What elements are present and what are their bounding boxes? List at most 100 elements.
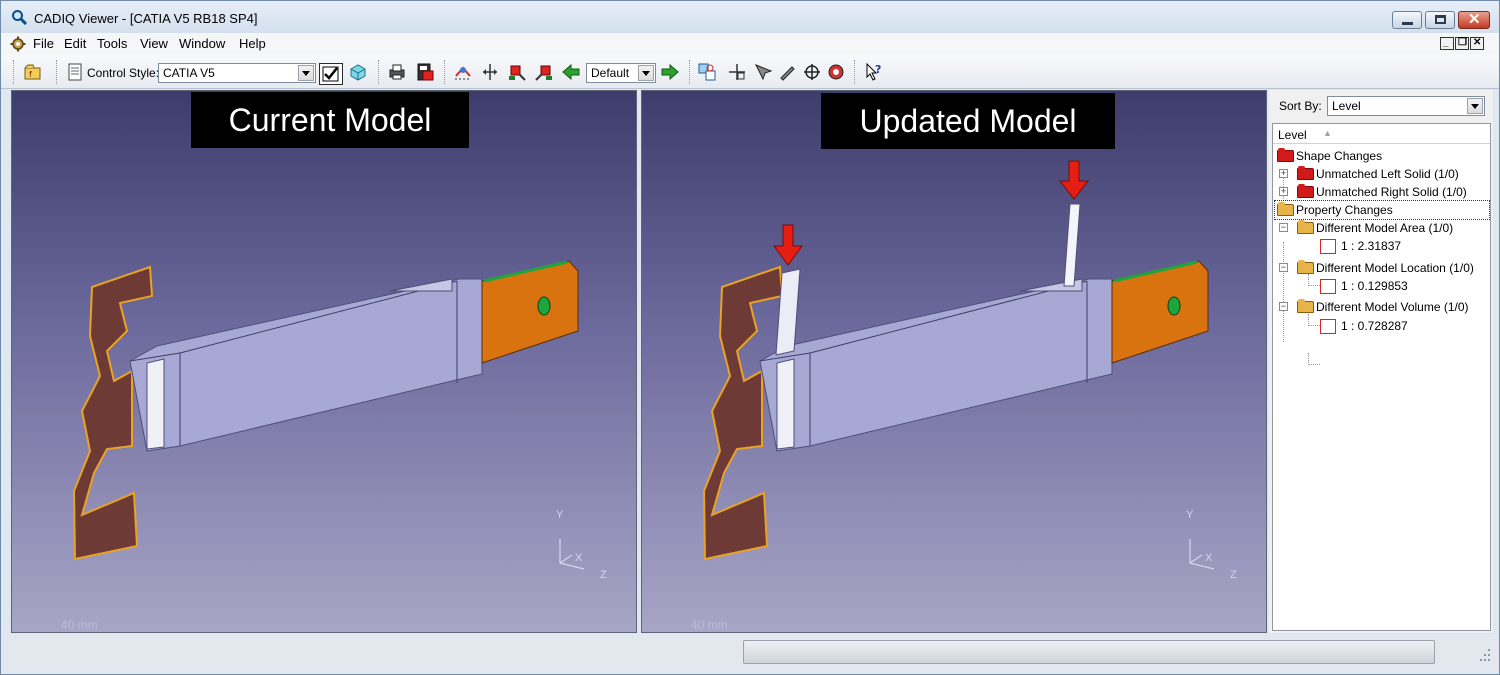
tree-node-label: 1 : 2.31837 (1341, 239, 1402, 253)
close-icon: ✕ (1468, 11, 1481, 28)
tree-node-label: 1 : 0.728287 (1341, 319, 1408, 333)
tree-column-header[interactable]: Level ▲ (1273, 124, 1490, 144)
open-file-icon[interactable]: f (23, 62, 43, 82)
tree-line (1308, 364, 1320, 365)
control-style-select[interactable]: CATIA V5 (158, 63, 316, 83)
connector-body (759, 278, 1113, 452)
toolbar-grip[interactable] (689, 60, 692, 84)
minimize-icon (1402, 22, 1413, 25)
red-arrow-right (1058, 160, 1090, 200)
arrow-right-icon[interactable] (660, 62, 680, 82)
toolbar-grip[interactable] (13, 60, 16, 84)
viewport-title: Updated Model (821, 93, 1115, 149)
maximize-icon (1435, 15, 1446, 24)
tree-node-label: Different Model Area (1/0) (1316, 221, 1454, 235)
current-model-3d-view (72, 260, 585, 570)
tree-leaf-diff-area-value[interactable]: 1 : 2.31837 (1275, 237, 1489, 255)
tree-leaf-diff-location-value[interactable]: 1 : 0.129853 (1275, 277, 1489, 295)
resize-grip-icon[interactable] (1476, 645, 1492, 665)
menu-window[interactable]: Window (179, 36, 225, 51)
sort-by-select[interactable]: Level (1327, 96, 1485, 116)
tree-node-diff-volume[interactable]: − Different Model Volume (1/0) (1275, 298, 1489, 316)
chevron-down-icon[interactable] (638, 65, 654, 81)
tree-node-label: Unmatched Right Solid (1/0) (1316, 185, 1467, 199)
expand-icon[interactable]: + (1279, 187, 1288, 196)
export-pdf-icon[interactable] (415, 62, 435, 82)
result-marker-icon (1320, 279, 1336, 294)
orange-terminal (1111, 260, 1209, 364)
close-button[interactable]: ✕ (1458, 11, 1490, 29)
title-bar: CADIQ Viewer - [CATIA V5 RB18 SP4] ✕ (1, 1, 1499, 33)
menu-edit[interactable]: Edit (64, 36, 86, 51)
scale-label: 40 mm (61, 618, 98, 632)
printer-icon[interactable] (387, 62, 407, 82)
tree-node-unmatched-left[interactable]: + Unmatched Left Solid (1/0) (1275, 165, 1489, 183)
tree-node-label: Unmatched Left Solid (1/0) (1316, 167, 1459, 181)
collapse-icon[interactable]: − (1279, 223, 1288, 232)
menu-file[interactable]: File (33, 36, 54, 51)
restore-icon: ❐ (1458, 37, 1467, 48)
magnifier-app-icon (12, 10, 27, 25)
toolbar-grip[interactable] (378, 60, 381, 84)
arrow-left-icon[interactable] (561, 62, 581, 82)
viewport-current-model[interactable]: Current Model Y X Z 40 mm (11, 90, 637, 633)
compare-models-icon[interactable] (697, 62, 717, 82)
scale-label: 40 mm (691, 618, 728, 632)
tree-node-label: Different Model Location (1/0) (1316, 261, 1474, 275)
toolbar-grip[interactable] (444, 60, 447, 84)
align-arrows-icon[interactable] (480, 62, 500, 82)
maximize-button[interactable] (1425, 11, 1455, 29)
measure-icon[interactable] (826, 62, 846, 82)
updated-model-3d-view (702, 160, 1215, 570)
viewport-updated-model[interactable]: Updated Model Y X Z 40 mm (641, 90, 1267, 633)
chevron-down-icon[interactable] (298, 65, 314, 81)
solid-cube-icon[interactable] (348, 62, 368, 82)
select-right-model-icon[interactable] (534, 62, 554, 82)
mdi-restore-button[interactable]: ❐ (1455, 37, 1469, 50)
sort-ascending-icon: ▲ (1323, 128, 1332, 138)
mdi-minimize-button[interactable]: _ (1440, 37, 1454, 50)
gear-icon[interactable] (10, 36, 26, 52)
context-help-icon[interactable]: ? (864, 62, 884, 82)
pick-tool-icon[interactable] (753, 62, 773, 82)
minimize-icon: _ (1443, 37, 1449, 48)
pencil-icon[interactable] (777, 62, 797, 82)
target-crosshair-icon[interactable] (802, 62, 822, 82)
tree-node-diff-area[interactable]: − Different Model Area (1/0) (1275, 219, 1489, 237)
tree-node-shape-changes[interactable]: Shape Changes (1275, 147, 1489, 165)
status-bar (1, 635, 1499, 674)
chevron-down-icon[interactable] (1467, 98, 1483, 114)
tree-node-diff-location[interactable]: − Different Model Location (1/0) (1275, 259, 1489, 277)
tree-leaf-diff-volume-value[interactable]: 1 : 0.728287 (1275, 317, 1489, 335)
mdi-controls: _ ❐ ✕ (1439, 37, 1484, 53)
axis-z-label: Z (1230, 569, 1237, 581)
select-left-model-icon[interactable] (507, 62, 527, 82)
explode-view-icon[interactable] (453, 62, 473, 82)
apply-check-button[interactable] (319, 63, 343, 85)
toolbar-grip[interactable] (56, 60, 59, 84)
checkmark-icon (322, 66, 339, 82)
expand-icon[interactable]: + (1279, 169, 1288, 178)
collapse-icon[interactable]: − (1279, 302, 1288, 311)
toolbar-grip[interactable] (854, 60, 857, 84)
folder-icon (1297, 184, 1314, 198)
tree-node-property-changes[interactable]: Property Changes (1274, 200, 1490, 220)
collapse-icon[interactable]: − (1279, 263, 1288, 272)
move-crosshair-icon[interactable] (727, 62, 747, 82)
tree-node-label: Different Model Volume (1/0) (1316, 300, 1469, 314)
mdi-close-button[interactable]: ✕ (1470, 37, 1484, 50)
tree-node-label: 1 : 0.129853 (1341, 279, 1408, 293)
menu-view[interactable]: View (140, 36, 168, 51)
view-select[interactable]: Default (586, 63, 656, 83)
window-title: CADIQ Viewer - [CATIA V5 RB18 SP4] (34, 11, 258, 26)
menu-bar: File Edit Tools View Window Help _ ❐ ✕ (1, 33, 1499, 55)
svg-text:?: ? (875, 63, 881, 76)
column-header-label: Level (1278, 128, 1307, 142)
minimize-button[interactable] (1392, 11, 1422, 29)
menu-tools[interactable]: Tools (97, 36, 127, 51)
results-tree[interactable]: Level ▲ Shape Changes + Unmatched Left S… (1272, 123, 1491, 631)
tree-node-label: Shape Changes (1296, 149, 1383, 163)
menu-help[interactable]: Help (239, 36, 266, 51)
folder-icon (1277, 148, 1294, 162)
tree-node-unmatched-right[interactable]: + Unmatched Right Solid (1/0) (1275, 183, 1489, 201)
